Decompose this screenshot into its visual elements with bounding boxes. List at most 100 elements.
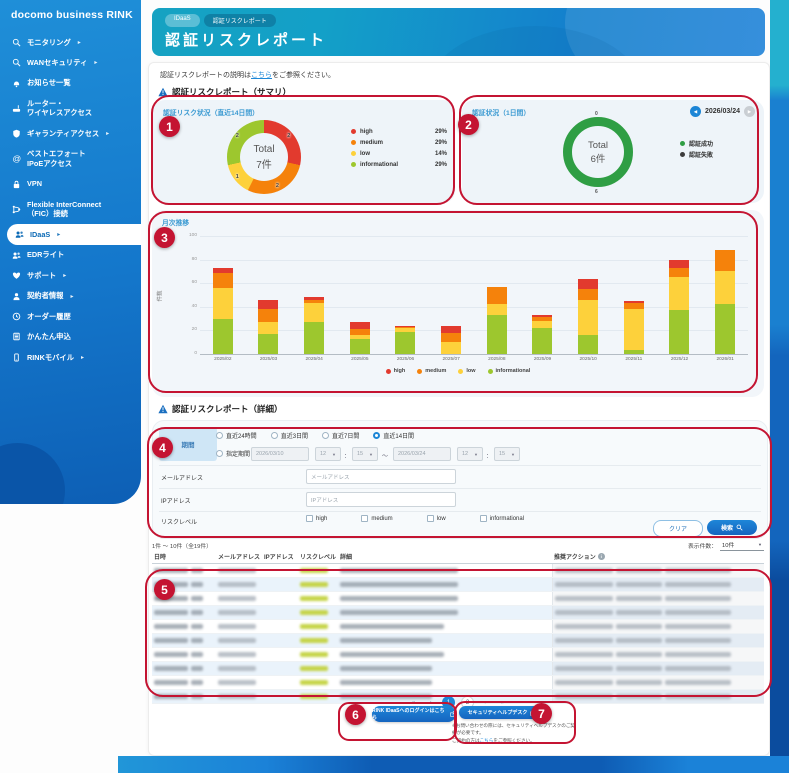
- sidebar-item-notices[interactable]: お知らせ一覧: [0, 73, 141, 93]
- helpdesk-note-link[interactable]: こちら: [480, 738, 494, 743]
- y-tick-label: 20: [182, 327, 197, 332]
- sidebar-item-vpn[interactable]: VPN: [0, 174, 141, 194]
- ip-input[interactable]: IPアドレス: [306, 492, 456, 507]
- monthly-trend-card: 月次推移 件数 0204060801002025/022025/032025/0…: [152, 210, 764, 397]
- sidebar-item-easy-apply[interactable]: かんたん申込: [0, 327, 141, 347]
- redacted-text: [218, 680, 256, 685]
- bar-group: [200, 268, 246, 354]
- redacted-text: [191, 680, 203, 685]
- table-row[interactable]: [152, 676, 764, 690]
- clear-button[interactable]: クリア: [653, 520, 703, 537]
- period-radio[interactable]: 直近24時間: [216, 431, 257, 440]
- risk-summary-card: 認証リスク状況（直近14日間） Total 7件 2212 high29%med…: [153, 100, 455, 203]
- table-row[interactable]: [152, 662, 764, 676]
- table-row[interactable]: [152, 592, 764, 606]
- bar-segment-informational: [213, 319, 233, 354]
- period-radio[interactable]: 直近3日間: [271, 431, 308, 440]
- sidebar-item-guarantee-access[interactable]: ギャランティアクセス▸: [0, 123, 141, 143]
- table-cell-redacted: [338, 620, 552, 633]
- breadcrumb-idaas[interactable]: IDaaS: [165, 14, 200, 27]
- stacked-bar[interactable]: [304, 297, 324, 354]
- sidebar-item-edr-light[interactable]: EDRライト: [0, 245, 141, 265]
- redacted-text: [218, 582, 256, 587]
- hour-to-select[interactable]: 12▼: [457, 447, 483, 461]
- period-radio[interactable]: 直近7日間: [322, 431, 359, 440]
- risk-chart-title: 認証リスク状況（直近14日間）: [163, 107, 259, 117]
- checkbox-label: medium: [371, 516, 392, 522]
- minute-to-select[interactable]: 15▼: [494, 447, 520, 461]
- stacked-bar[interactable]: [532, 315, 552, 354]
- prev-day-button[interactable]: ◀: [690, 106, 701, 117]
- risk-donut-total: Total 7件: [240, 133, 288, 181]
- sidebar-item-support[interactable]: サポート▸: [0, 265, 141, 285]
- risk-checkbox-medium[interactable]: medium: [361, 515, 392, 522]
- hour-from-select[interactable]: 12▼: [315, 447, 341, 461]
- table-cell-redacted: [298, 634, 338, 647]
- table-cell-redacted: [338, 676, 552, 689]
- redacted-text: [218, 624, 256, 629]
- stacked-bar[interactable]: [715, 250, 735, 354]
- table-cell-redacted: [338, 634, 552, 647]
- table-cell-redacted: [152, 634, 216, 647]
- table-row[interactable]: [152, 606, 764, 620]
- date-from-input[interactable]: 2026/03/10: [251, 447, 309, 461]
- annotation-badge-2: 2: [458, 114, 479, 135]
- info-icon[interactable]: i: [598, 553, 605, 560]
- stacked-bar[interactable]: [441, 326, 461, 354]
- stacked-bar[interactable]: [395, 326, 415, 354]
- redacted-text: [616, 624, 662, 629]
- risk-checkbox-informational[interactable]: informational: [480, 515, 524, 522]
- sidebar-item-router-wireless[interactable]: ルーター・ワイヤレスアクセス: [0, 93, 141, 123]
- sidebar-item-fic[interactable]: Flexible InterConnect（FIC）接続: [0, 194, 141, 224]
- helpdesk-button-label: セキュリティヘルプデスク: [468, 709, 528, 716]
- sidebar-item-best-effort-ipoe[interactable]: @ベストエフォートIPoEアクセス: [0, 144, 141, 174]
- minute-from-select[interactable]: 15▼: [352, 447, 378, 461]
- custom-period-radio[interactable]: 指定期間: [216, 449, 250, 458]
- search-button[interactable]: 検索: [707, 520, 757, 535]
- stacked-bar[interactable]: [624, 301, 644, 354]
- stacked-bar[interactable]: [350, 322, 370, 354]
- sidebar-item-label: モニタリング: [27, 38, 71, 47]
- legend-percent: 29%: [435, 140, 447, 146]
- sidebar-item-wan-security[interactable]: WANセキュリティ▸: [0, 52, 141, 72]
- stacked-bar[interactable]: [669, 260, 689, 354]
- redacted-text: [555, 568, 613, 573]
- bar-group: [657, 260, 703, 354]
- bar-group: [291, 297, 337, 354]
- legend-percent: 14%: [435, 151, 447, 157]
- email-input[interactable]: メールアドレス: [306, 469, 456, 484]
- table-row[interactable]: [152, 648, 764, 662]
- sidebar-item-idaas[interactable]: IDaaS▸: [7, 224, 141, 244]
- risk-checkbox-high[interactable]: high: [306, 515, 327, 522]
- radio-icon: [216, 432, 223, 439]
- table-row[interactable]: [152, 578, 764, 592]
- table-cell-redacted: [152, 662, 216, 675]
- date-to-input[interactable]: 2026/03/24: [393, 447, 451, 461]
- legend-item: 認証成功: [680, 138, 756, 149]
- redacted-text: [555, 652, 613, 657]
- table-cell-redacted: [338, 578, 552, 591]
- stacked-bar[interactable]: [258, 300, 278, 354]
- rink-idaas-login-button[interactable]: RINK IDaaSへのログインはこちら: [372, 706, 456, 722]
- sidebar-item-monitoring[interactable]: モニタリング▸: [0, 32, 141, 52]
- y-tick-label: 80: [182, 257, 197, 262]
- risk-checkbox-low[interactable]: low: [427, 515, 446, 522]
- stacked-bar[interactable]: [213, 268, 233, 354]
- table-cell-redacted: [552, 592, 764, 605]
- sidebar-item-order-history[interactable]: オーダー履歴: [0, 306, 141, 326]
- summary-section-title: 認証リスクレポート（サマリ）: [172, 86, 291, 98]
- intro-help-link[interactable]: こちら: [251, 72, 272, 79]
- table-row[interactable]: [152, 620, 764, 634]
- sidebar-item-contractor-info[interactable]: 契約者情報▸: [0, 286, 141, 306]
- legend-percent: 29%: [435, 162, 447, 168]
- sidebar-item-rink-mobile[interactable]: RINKモバイル▸: [0, 347, 141, 367]
- period-radio[interactable]: 直近14日間: [373, 431, 414, 440]
- annotation-badge-6: 6: [345, 704, 366, 725]
- next-day-button[interactable]: ▶: [744, 106, 755, 117]
- table-row[interactable]: [152, 564, 764, 578]
- stacked-bar[interactable]: [487, 287, 507, 354]
- table-row[interactable]: [152, 634, 764, 648]
- bar-segment-high: [441, 326, 461, 333]
- x-tick-label: 2025/11: [611, 357, 657, 362]
- stacked-bar[interactable]: [578, 279, 598, 354]
